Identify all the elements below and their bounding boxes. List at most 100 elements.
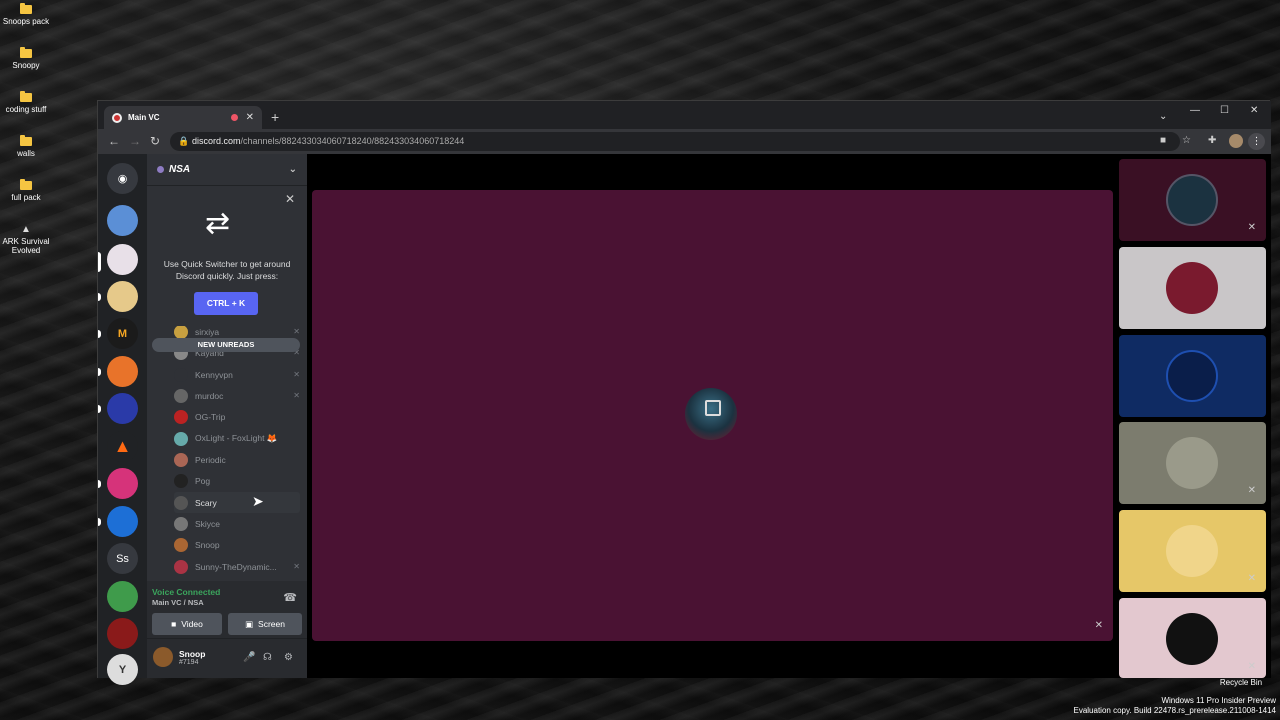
- participant-tile[interactable]: ✕: [1119, 422, 1266, 504]
- folder-icon: [20, 91, 32, 102]
- settings-gear-icon[interactable]: ⚙: [284, 652, 293, 663]
- voice-status[interactable]: Voice Connected: [152, 587, 220, 597]
- profile-avatar[interactable]: [1229, 134, 1243, 148]
- server-unread-pill: [98, 293, 101, 301]
- mic-muted-icon: ✕: [1094, 620, 1103, 631]
- server-icon[interactable]: M: [107, 318, 138, 349]
- quick-switcher-button[interactable]: CTRL + K: [194, 292, 258, 315]
- list-item[interactable]: OG-Trip: [174, 406, 300, 427]
- close-window-icon[interactable]: ✕: [1250, 105, 1258, 116]
- address-bar: ← → ↻ 🔒 discord.com/channels/88243303406…: [98, 129, 1271, 154]
- new-tab-icon[interactable]: +: [271, 109, 279, 125]
- voice-stage: ✕ ✕ ✕ ✕ ✕: [307, 154, 1271, 678]
- recording-icon: [230, 114, 238, 121]
- main-video-tile[interactable]: ✕: [312, 190, 1113, 641]
- mic-muted-icon: ✕: [293, 370, 300, 379]
- list-item[interactable]: Skiyce: [174, 513, 300, 534]
- avatar: [174, 495, 188, 510]
- avatar: [1166, 262, 1218, 314]
- list-item[interactable]: Pog: [174, 470, 300, 491]
- server-unread-pill: [98, 330, 101, 338]
- avatar: [174, 388, 188, 403]
- maximize-icon[interactable]: ☐: [1220, 105, 1229, 116]
- user-panel: Snoop #7194 🎤 ☊ ⚙: [147, 639, 307, 678]
- list-item[interactable]: Periodic: [174, 449, 300, 470]
- desktop-icon-ark[interactable]: ▲ ARK Survival Evolved: [0, 224, 52, 256]
- list-item[interactable]: Scary: [174, 492, 300, 513]
- tab-search-icon[interactable]: ⌄: [1159, 111, 1167, 122]
- participant-tile[interactable]: ✕: [1119, 159, 1266, 241]
- server-icon[interactable]: [107, 618, 138, 649]
- back-icon[interactable]: ←: [108, 134, 120, 148]
- server-unread-pill: [98, 518, 101, 526]
- server-icon[interactable]: [107, 393, 138, 424]
- server-icon-globe[interactable]: [107, 581, 138, 612]
- folder-icon: [20, 3, 32, 14]
- extensions-icon[interactable]: ✚: [1208, 135, 1216, 146]
- recycle-bin[interactable]: Recycle Bin: [1216, 678, 1266, 687]
- server-icon-nsa[interactable]: [107, 244, 138, 275]
- video-button[interactable]: ■ Video: [152, 613, 222, 635]
- new-unreads-badge[interactable]: NEW UNREADS: [152, 338, 300, 352]
- switch-arrows-icon: ⇄: [205, 207, 231, 240]
- avatar: [1166, 613, 1218, 665]
- desktop-icon-full-pack[interactable]: full pack: [0, 179, 52, 202]
- camera-icon: ■: [171, 619, 177, 629]
- mic-muted-icon: ✕: [1247, 661, 1256, 672]
- server-icon-flame[interactable]: ▲: [107, 431, 138, 462]
- camera-icon[interactable]: ■: [1160, 135, 1166, 146]
- mic-muted-icon: ✕: [293, 391, 300, 400]
- minimize-icon[interactable]: —: [1190, 105, 1200, 116]
- folder-icon: [20, 179, 32, 190]
- close-icon[interactable]: ✕: [285, 192, 295, 206]
- avatar: [174, 367, 188, 382]
- participant-tile[interactable]: ✕: [1119, 510, 1266, 592]
- reload-icon[interactable]: ↻: [150, 134, 160, 148]
- desktop-icon-walls[interactable]: walls: [0, 135, 52, 158]
- close-tab-icon[interactable]: ✕: [246, 112, 254, 123]
- list-item[interactable]: murdoc ✕: [174, 385, 300, 406]
- participant-tile[interactable]: ✕: [1119, 598, 1266, 678]
- tab-main-vc[interactable]: Main VC ✕: [104, 106, 262, 129]
- server-badge-icon: [157, 166, 164, 173]
- discord-favicon-icon: [112, 112, 122, 123]
- server-icon[interactable]: [107, 356, 138, 387]
- participant-tile[interactable]: [1119, 247, 1266, 329]
- list-item[interactable]: OxLight - FoxLight 🦊: [174, 428, 300, 449]
- bookmark-star-icon[interactable]: ☆: [1182, 135, 1191, 146]
- server-icon-ss[interactable]: Ss: [107, 543, 138, 574]
- avatar: [174, 516, 188, 531]
- server-icon[interactable]: Y: [107, 654, 138, 685]
- avatar[interactable]: [153, 647, 173, 667]
- participant-tile[interactable]: [1119, 335, 1266, 417]
- desktop-icon-coding-stuff[interactable]: coding stuff: [0, 91, 52, 114]
- screen-share-button[interactable]: ▣ Screen: [228, 613, 302, 635]
- list-item[interactable]: Sunny-TheDynamic... ✕: [174, 556, 300, 577]
- mic-muted-icon: ✕: [293, 562, 300, 571]
- mouse-cursor-icon: ➤: [252, 493, 264, 509]
- list-item[interactable]: Kennyvpn ✕: [174, 364, 300, 385]
- avatar: [174, 537, 188, 552]
- disconnect-icon[interactable]: ☎: [283, 591, 297, 604]
- microphone-icon[interactable]: 🎤: [243, 652, 255, 663]
- server-header[interactable]: NSA ⌄: [147, 154, 307, 186]
- forward-icon[interactable]: →: [129, 134, 141, 148]
- quick-switcher-tip: ✕ ⇄ Use Quick Switcher to get around Dis…: [147, 186, 307, 326]
- server-icon[interactable]: [107, 205, 138, 236]
- server-icon[interactable]: [107, 506, 138, 537]
- list-item[interactable]: Snoop: [174, 534, 300, 555]
- avatar: [174, 431, 188, 446]
- menu-dots-icon[interactable]: ⋮: [1248, 133, 1265, 150]
- discord-home-icon[interactable]: ◉: [107, 163, 138, 194]
- desktop-icon-snoops-pack[interactable]: Snoops pack: [0, 3, 52, 26]
- desktop-icon-snoopy[interactable]: Snoopy: [0, 47, 52, 70]
- server-icon[interactable]: [107, 468, 138, 499]
- avatar: [174, 473, 188, 488]
- url-field[interactable]: 🔒 discord.com/channels/88243303406071824…: [170, 132, 1180, 151]
- voice-channel-name[interactable]: Main VC / NSA: [152, 598, 204, 607]
- headphones-icon[interactable]: ☊: [263, 652, 272, 663]
- ark-icon: ▲: [21, 224, 31, 235]
- server-icon[interactable]: [107, 281, 138, 312]
- chevron-down-icon[interactable]: ⌄: [289, 164, 297, 175]
- mic-muted-icon: ✕: [1247, 222, 1256, 233]
